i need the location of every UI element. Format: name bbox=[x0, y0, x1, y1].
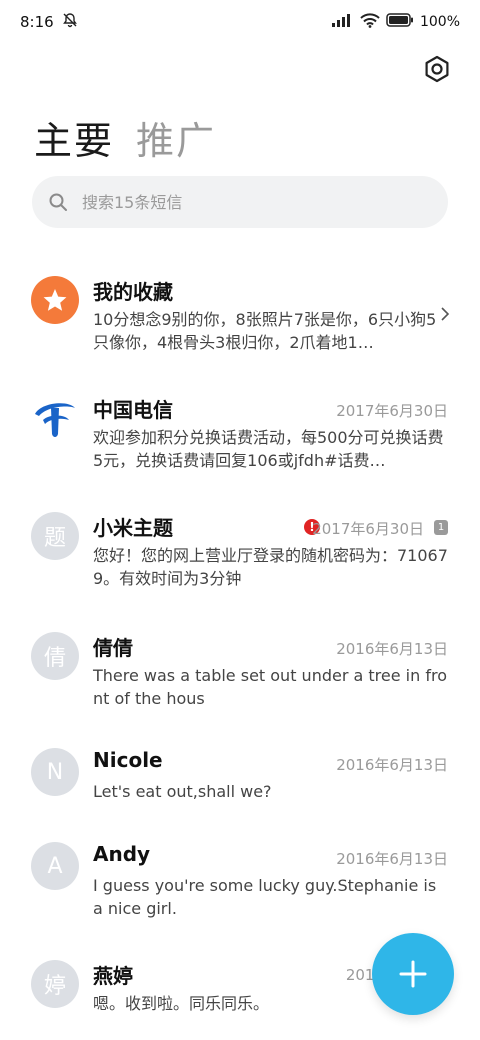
avatar: 题 bbox=[31, 512, 79, 560]
search-bar[interactable] bbox=[32, 176, 448, 228]
settings-icon bbox=[425, 55, 449, 83]
mute-bell-icon bbox=[62, 12, 78, 32]
conversation-name: 倩倩 bbox=[93, 636, 133, 660]
conversation-name: 小米主题 bbox=[93, 516, 173, 540]
avatar bbox=[31, 394, 79, 442]
sim-badge: 1 bbox=[434, 520, 448, 535]
avatar: N bbox=[31, 748, 79, 796]
conversation-date: 2016年6月13日 bbox=[336, 640, 448, 658]
avatar: A bbox=[31, 842, 79, 890]
conversation-preview: 您好！您的网上营业厅登录的随机密码为：710679。有效时间为3分钟 bbox=[93, 546, 448, 588]
signal-icon bbox=[331, 13, 354, 31]
conversation-name: Nicole bbox=[93, 748, 163, 772]
tab-primary[interactable]: 主要 bbox=[34, 110, 114, 165]
conversation-preview: 10分想念9别的你，8张照片7张是你，6只小狗5只像你，4根骨头3根归你，2爪着… bbox=[93, 310, 437, 352]
conversation-row-andy[interactable]: A Andy 2016年6月13日 I guess you're some lu… bbox=[0, 828, 480, 938]
conversation-name: 我的收藏 bbox=[93, 280, 173, 304]
conversation-name: 中国电信 bbox=[93, 398, 173, 422]
conversation-preview: Let's eat out,shall we? bbox=[93, 782, 272, 801]
conversation-date: 2017年6月30日 bbox=[312, 520, 424, 538]
star-icon bbox=[43, 289, 67, 311]
conversation-name: Andy bbox=[93, 842, 151, 866]
search-icon bbox=[49, 193, 67, 211]
settings-button[interactable] bbox=[422, 54, 452, 84]
conversation-preview: 欢迎参加积分兑换话费活动，每500分可兑换话费5元，兑换话费请回复106或jfd… bbox=[93, 428, 444, 470]
conversation-row-china-telecom[interactable]: 中国电信 2017年6月30日 欢迎参加积分兑换话费活动，每500分可兑换话费5… bbox=[0, 380, 480, 490]
new-message-button[interactable] bbox=[372, 933, 454, 1015]
conversation-date: 2016年6月13日 bbox=[336, 756, 448, 774]
conversation-name: 燕婷 bbox=[93, 964, 133, 988]
tab-bar: 主要 推广 bbox=[34, 110, 216, 165]
conversation-row-favorites[interactable]: 我的收藏 10分想念9别的你，8张照片7张是你，6只小狗5只像你，4根骨头3根归… bbox=[0, 262, 480, 372]
battery-icon bbox=[386, 13, 414, 31]
wifi-icon bbox=[360, 12, 380, 32]
plus-icon bbox=[399, 960, 427, 988]
conversation-date: 2016年6月13日 bbox=[336, 850, 448, 868]
status-right: 100% bbox=[331, 12, 460, 32]
search-input[interactable] bbox=[82, 192, 422, 212]
status-bar: 8:16 100% bbox=[0, 0, 480, 44]
avatar: 倩 bbox=[31, 632, 79, 680]
conversation-preview: There was a table set out under a tree i… bbox=[93, 666, 447, 708]
status-time: 8:16 bbox=[20, 13, 54, 31]
conversation-date: 2017年6月30日 bbox=[336, 402, 448, 420]
conversation-preview: I guess you're some lucky guy.Stephanie … bbox=[93, 876, 437, 918]
avatar bbox=[31, 276, 79, 324]
tab-promotions[interactable]: 推广 bbox=[136, 110, 216, 165]
conversation-row-xiaomi-theme[interactable]: 题 小米主题 ! 2017年6月30日 1 您好！您的网上营业厅登录的随机密码为… bbox=[0, 498, 480, 608]
status-left: 8:16 bbox=[20, 12, 78, 32]
chevron-right-icon bbox=[440, 306, 450, 326]
china-telecom-logo-icon bbox=[35, 403, 75, 437]
battery-percent: 100% bbox=[419, 14, 460, 30]
conversation-row-qianqian[interactable]: 倩 倩倩 2016年6月13日 There was a table set ou… bbox=[0, 618, 480, 728]
avatar: 婷 bbox=[31, 960, 79, 1008]
